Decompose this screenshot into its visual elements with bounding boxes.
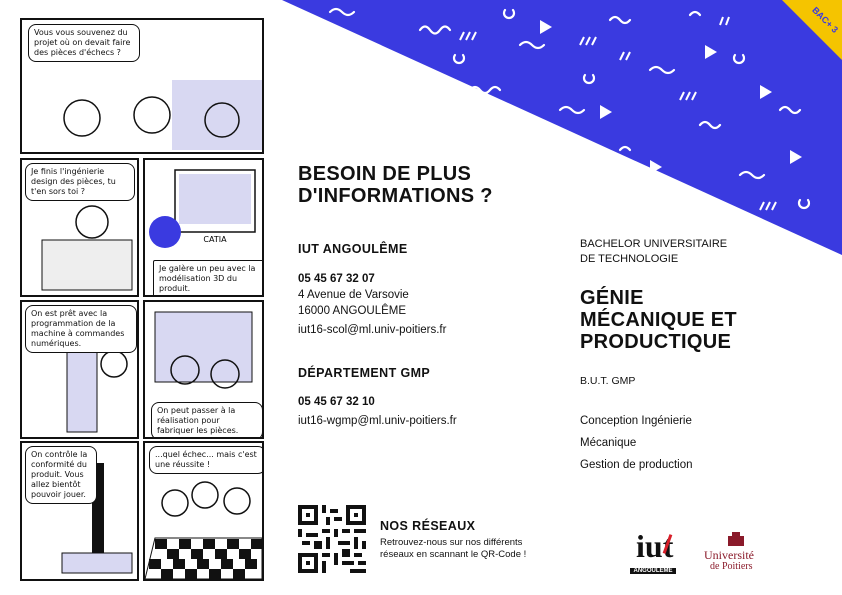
crest-icon: [728, 532, 744, 546]
comic-bubble-1: Vous vous souvenez du projet où on devai…: [28, 24, 140, 62]
info-heading: BESOIN DE PLUS D'INFORMATIONS ?: [298, 163, 493, 207]
iut-address-line1: 4 Avenue de Varsovie: [298, 289, 409, 301]
iut-address-line2: 16000 ANGOULÊME: [298, 305, 407, 317]
catia-label: CATIA: [203, 235, 227, 244]
social-title: NOS RÉSEAUX: [380, 519, 476, 533]
dept-email-link[interactable]: iut16-wgmp@ml.univ-poitiers.fr: [298, 414, 457, 429]
program-title: GÉNIE MÉCANIQUE ET PRODUCTIQUE: [580, 287, 737, 353]
comic-panel-6: On contrôle la conformité du produit. Vo…: [20, 441, 139, 581]
iut-phone[interactable]: 05 45 67 32 07: [298, 272, 375, 287]
social-text-line2: réseaux en scannant le QR-Code !: [380, 549, 527, 560]
qr-code[interactable]: [298, 505, 366, 573]
info-heading-line2: D'INFORMATIONS ?: [298, 185, 493, 207]
program-title-line2: MÉCANIQUE ET: [580, 309, 737, 331]
comic-bubble-4: On est prêt avec la programmation de la …: [25, 305, 137, 353]
comic-panel-1: Vous vous souvenez du projet où on devai…: [20, 18, 264, 154]
dept-phone[interactable]: 05 45 67 32 10: [298, 395, 375, 410]
comic-panel-7: ...quel échec... mais c'est une réussite…: [143, 441, 264, 581]
iut-email-link[interactable]: iut16-scol@ml.univ-poitiers.fr: [298, 323, 446, 338]
program-title-line1: GÉNIE: [580, 287, 644, 309]
program-kicker-line1: BACHELOR UNIVERSITAIRE: [580, 238, 728, 250]
track-item: Gestion de production: [580, 459, 693, 471]
bac3-badge: BAC+ 3: [782, 0, 842, 60]
comic-bubble-3: Je galère un peu avec la modélisation 3D…: [153, 260, 262, 295]
chessboard: [145, 537, 262, 579]
iut-logo: iut ANGOULÊME: [628, 528, 678, 580]
comic-bubble-2: Je finis l'ingénierie design des pièces,…: [25, 163, 135, 201]
track-item: Mécanique: [580, 437, 637, 449]
dept-title: DÉPARTEMENT GMP: [298, 366, 431, 380]
universite-poitiers-logo: Université de Poitiers: [700, 532, 772, 580]
iut-title: IUT ANGOULÊME: [298, 242, 408, 256]
comic-panel-4: On est prêt avec la programmation de la …: [20, 300, 139, 439]
comic-panel-3: CATIA Je galère un peu avec la modélisat…: [143, 158, 264, 297]
track-item: Conception Ingénierie: [580, 415, 692, 427]
comic-strip: Vous vous souvenez du projet où on devai…: [0, 0, 270, 595]
iut-logo-subtitle: ANGOULÊME: [630, 568, 676, 574]
info-heading-line1: BESOIN DE PLUS: [298, 163, 472, 185]
comic-panel-5: On peut passer à la réalisation pour fab…: [143, 300, 264, 439]
program-title-line3: PRODUCTIQUE: [580, 331, 732, 353]
comic-bubble-5: On peut passer à la réalisation pour fab…: [151, 402, 262, 437]
social-text-line1: Retrouvez-nous sur nos différents: [380, 537, 523, 548]
comic-panel-2: Je finis l'ingénierie design des pièces,…: [20, 158, 139, 297]
comic-bubble-6: On contrôle la conformité du produit. Vo…: [25, 446, 97, 504]
program-kicker-line2: DE TECHNOLOGIE: [580, 253, 679, 265]
universite-logo-line2: de Poitiers: [710, 561, 753, 572]
program-short-name: B.U.T. GMP: [580, 375, 636, 387]
comic-bubble-7: ...quel échec... mais c'est une réussite…: [149, 446, 262, 474]
